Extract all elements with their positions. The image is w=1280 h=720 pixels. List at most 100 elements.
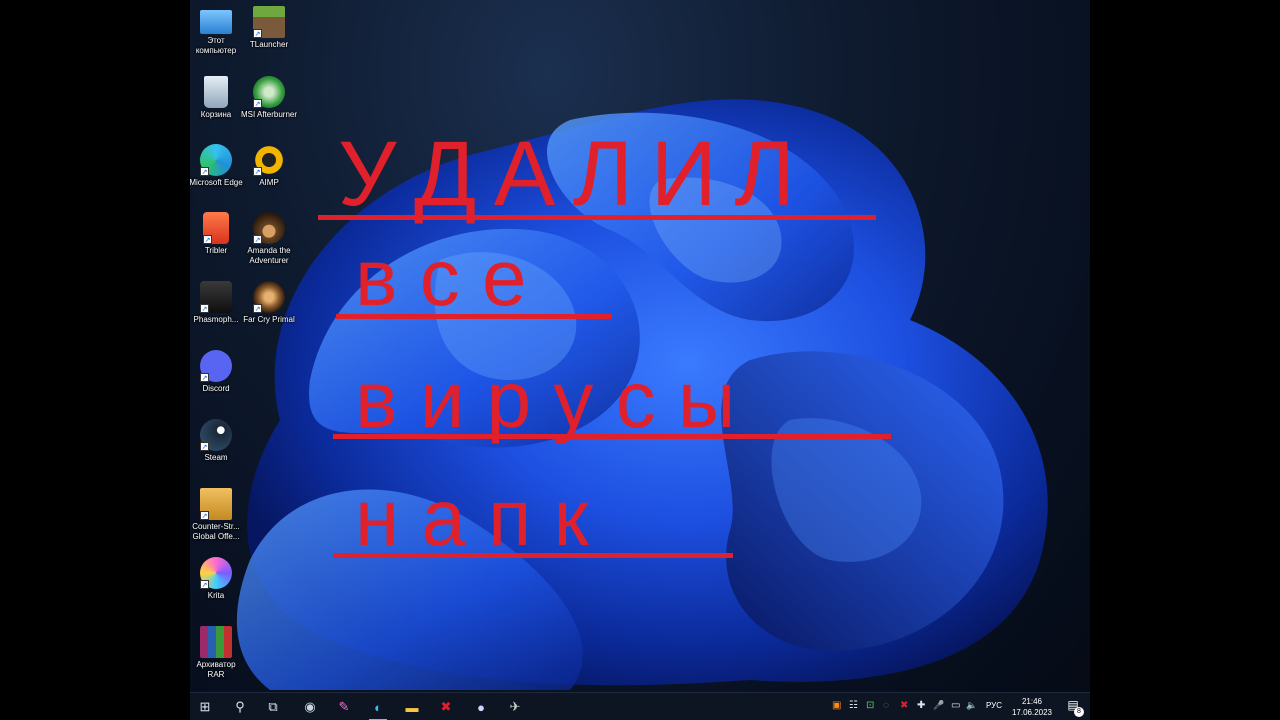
task-view-button[interactable]: ⧉ bbox=[262, 696, 284, 718]
notification-count-badge: 8 bbox=[1074, 707, 1084, 717]
desktop-icon-this-pc[interactable]: Этот компьютер bbox=[190, 6, 245, 56]
search-icon: ⚲ bbox=[235, 699, 245, 714]
desktop-icon-label: Этот компьютер bbox=[195, 36, 237, 55]
overlay-text-line-3: в и р у с ы bbox=[355, 355, 736, 444]
overlay-text-line-4: н а п к bbox=[355, 473, 589, 562]
shortcut-arrow-icon: ↗ bbox=[253, 99, 262, 108]
desktop-icon-msi-afterburner[interactable]: ↗ MSI Afterburner bbox=[240, 76, 298, 120]
desktop-icon-label: Архиватор RAR bbox=[196, 660, 236, 679]
desktop-icon-label: AIMP bbox=[259, 178, 279, 187]
shortcut-arrow-icon: ↗ bbox=[253, 167, 262, 176]
desktop-icon-tlauncher[interactable]: ↗ TLauncher bbox=[240, 6, 298, 50]
language-indicator[interactable]: РУС bbox=[986, 701, 1002, 710]
desktop-screen: Этот компьютер ↗ TLauncher Корзина ↗ MSI… bbox=[190, 0, 1090, 720]
desktop-icon-amanda[interactable]: ↗ Amanda the Adventurer bbox=[240, 212, 298, 266]
bird-app-icon: ✈ bbox=[509, 699, 521, 714]
edge-icon: ◐ bbox=[374, 699, 382, 715]
taskbar-app-red-x[interactable]: ✖ bbox=[435, 696, 457, 718]
clock-time: 21:46 bbox=[1021, 697, 1042, 706]
steam-icon: ↗ bbox=[200, 419, 232, 451]
folder-icon: ▬ bbox=[405, 699, 419, 715]
tray-icon-circle[interactable]: ◌ bbox=[883, 700, 889, 711]
shortcut-arrow-icon: ↗ bbox=[200, 442, 209, 451]
phasmophobia-icon: ↗ bbox=[200, 281, 232, 313]
tray-icon-red-x[interactable]: ✖ bbox=[900, 700, 908, 711]
shortcut-arrow-icon: ↗ bbox=[253, 304, 262, 313]
overlay-underline-1 bbox=[318, 215, 876, 220]
farcry-icon: ↗ bbox=[253, 281, 285, 313]
network-icon[interactable]: ▭ bbox=[951, 700, 960, 711]
taskbar: ⊞ ⚲ ⧉ ◉ ✎ ◐ ▬ ✖ ● ✈ ▣ ☷ ⊡ ◌ ✖ ✚ 🎤 ▭ 🔈 РУ… bbox=[190, 692, 1090, 720]
desktop-icon-label: Amanda the Adventurer bbox=[247, 246, 291, 265]
tray-icon-screen[interactable]: ⊡ bbox=[866, 700, 874, 711]
desktop-icon-aimp[interactable]: ↗ AIMP bbox=[240, 144, 298, 188]
desktop-icon-phasmophobia[interactable]: ↗ Phasmoph... bbox=[190, 281, 245, 325]
clock-date: 17.06.2023 bbox=[1011, 708, 1052, 717]
red-x-app-icon: ✖ bbox=[440, 699, 452, 714]
shortcut-arrow-icon: ↗ bbox=[200, 167, 209, 176]
desktop-icon-label: Корзина bbox=[200, 110, 232, 119]
desktop-icon-recycle-bin[interactable]: Корзина bbox=[190, 76, 245, 120]
overlay-underline-3 bbox=[333, 434, 891, 439]
overlay-text-line-1: У Д А Л И Л bbox=[338, 123, 795, 225]
notification-center-button[interactable]: ▤ 8 bbox=[1064, 698, 1084, 717]
taskbar-app-edge[interactable]: ◐ bbox=[367, 696, 389, 720]
desktop-icon-steam[interactable]: ↗ Steam bbox=[190, 419, 245, 463]
wallpaper-bloom bbox=[236, 99, 1048, 690]
recycle-bin-icon bbox=[204, 76, 228, 108]
tribler-icon: ↗ bbox=[203, 212, 229, 244]
desktop-icon-farcry[interactable]: ↗ Far Cry Primal bbox=[240, 281, 298, 325]
taskbar-app-badge[interactable]: ● bbox=[470, 696, 492, 718]
desktop-icon-tribler[interactable]: ↗ Tribler bbox=[190, 212, 245, 256]
afterburner-icon: ↗ bbox=[253, 76, 285, 108]
shortcut-arrow-icon: ↗ bbox=[253, 29, 262, 38]
discord-icon: ↗ bbox=[200, 350, 232, 382]
edge-icon: ↗ bbox=[200, 144, 232, 176]
volume-icon[interactable]: 🔈 bbox=[966, 700, 977, 711]
taskbar-app-krita[interactable]: ✎ bbox=[333, 696, 355, 718]
desktop-icon-edge[interactable]: ↗ Microsoft Edge bbox=[190, 144, 245, 188]
desktop-icon-label: Far Cry Primal bbox=[243, 315, 295, 324]
krita-icon: ✎ bbox=[338, 699, 350, 714]
desktop-icon-label: Microsoft Edge bbox=[190, 178, 243, 187]
steam-icon: ◉ bbox=[304, 699, 316, 714]
taskbar-clock[interactable]: 21:46 17.06.2023 bbox=[1012, 696, 1052, 718]
microphone-icon[interactable]: 🎤 bbox=[933, 700, 944, 711]
shortcut-arrow-icon: ↗ bbox=[200, 580, 209, 589]
desktop-icon-label: Phasmoph... bbox=[193, 315, 239, 324]
computer-icon bbox=[200, 10, 232, 34]
tray-icon-grid[interactable]: ☷ bbox=[849, 700, 858, 711]
desktop-icon-label: Tribler bbox=[204, 246, 228, 255]
start-button[interactable]: ⊞ bbox=[194, 696, 216, 718]
tray-icon-security[interactable]: ✚ bbox=[917, 700, 925, 711]
desktop-icon-label: Krita bbox=[207, 591, 225, 600]
overlay-text-line-2: в с е bbox=[355, 233, 527, 322]
shortcut-arrow-icon: ↗ bbox=[253, 235, 262, 244]
desktop-icon-label: Counter-Str... Global Offe... bbox=[192, 522, 240, 541]
taskbar-app-bird[interactable]: ✈ bbox=[504, 696, 526, 718]
windows-logo-icon: ⊞ bbox=[199, 699, 211, 714]
desktop-icon-winrar[interactable]: Архиватор RAR bbox=[190, 626, 245, 680]
desktop-icon-label: TLauncher bbox=[249, 40, 289, 49]
winrar-icon bbox=[200, 626, 232, 658]
taskbar-app-steam[interactable]: ◉ bbox=[299, 696, 321, 718]
desktop-icon-label: Steam bbox=[204, 453, 228, 462]
search-button[interactable]: ⚲ bbox=[229, 696, 251, 718]
desktop-icon-label: MSI Afterburner bbox=[240, 110, 298, 119]
desktop-icon-csgo[interactable]: ↗ Counter-Str... Global Offe... bbox=[190, 488, 245, 542]
taskbar-app-explorer[interactable]: ▬ bbox=[401, 696, 423, 718]
minecraft-block-icon: ↗ bbox=[253, 6, 285, 38]
amanda-icon: ↗ bbox=[253, 212, 285, 244]
badge-app-icon: ● bbox=[477, 699, 485, 715]
desktop-icon-krita[interactable]: ↗ Krita bbox=[190, 557, 245, 601]
aimp-icon: ↗ bbox=[253, 144, 285, 176]
task-view-icon: ⧉ bbox=[268, 699, 278, 714]
krita-icon: ↗ bbox=[200, 557, 232, 589]
desktop-icon-label: Discord bbox=[202, 384, 230, 393]
tray-icon-app-orange[interactable]: ▣ bbox=[832, 700, 841, 711]
shortcut-arrow-icon: ↗ bbox=[200, 511, 209, 520]
desktop-icon-discord[interactable]: ↗ Discord bbox=[190, 350, 245, 394]
shortcut-arrow-icon: ↗ bbox=[200, 373, 209, 382]
shortcut-arrow-icon: ↗ bbox=[203, 235, 212, 244]
shortcut-arrow-icon: ↗ bbox=[200, 304, 209, 313]
